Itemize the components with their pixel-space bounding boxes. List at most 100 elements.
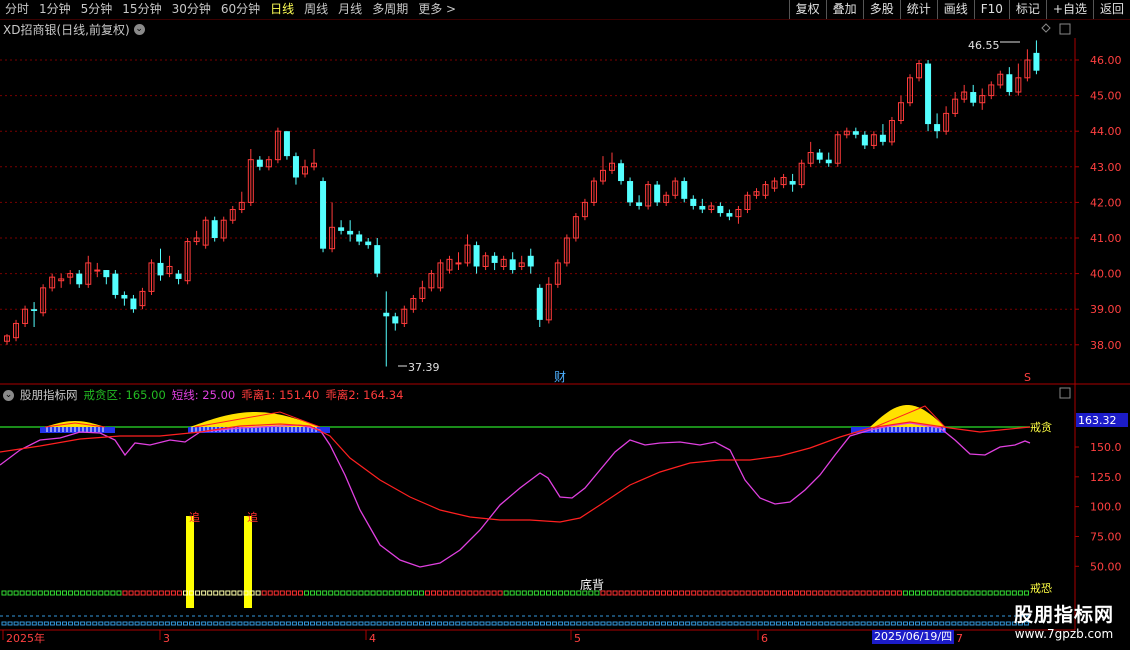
volume-cell <box>576 621 582 626</box>
signal-cell <box>388 590 394 596</box>
signal-cell <box>999 590 1005 596</box>
min-price-label: 37.39 <box>408 361 440 374</box>
candle-body <box>374 245 381 274</box>
volume-cell <box>606 621 612 626</box>
price-tick-label: 39.00 <box>1090 303 1122 316</box>
volume-cell <box>691 621 697 626</box>
indicator-value-bias2: 乖离2: 164.34 <box>325 388 404 402</box>
signal-cell <box>207 590 213 596</box>
signal-cell <box>866 590 872 596</box>
signal-cell <box>539 590 545 596</box>
signal-cell <box>25 590 31 596</box>
volume-cell <box>781 621 787 626</box>
volume-cell <box>733 621 739 626</box>
volume-cell <box>618 621 624 626</box>
volume-cell <box>43 621 49 626</box>
signal-cell <box>164 590 170 596</box>
signal-cell <box>170 590 176 596</box>
signal-cell <box>31 590 37 596</box>
volume-cell <box>763 621 769 626</box>
signal-cell <box>346 590 352 596</box>
volume-cell <box>667 621 672 626</box>
volume-cell <box>449 621 455 626</box>
volume-cell <box>485 621 491 626</box>
ind-tick-label: 150.0 <box>1090 441 1122 454</box>
window-toggle-icon <box>1059 23 1071 35</box>
signal-cell <box>709 590 715 596</box>
volume-cell <box>546 621 551 626</box>
volume-cell <box>110 621 116 626</box>
signal-cell <box>128 590 134 596</box>
candle-body <box>76 273 83 285</box>
volume-cell <box>382 621 388 626</box>
volume-cell <box>533 621 539 626</box>
volume-cell <box>527 621 533 626</box>
volume-cell <box>213 621 219 626</box>
signal-cell <box>533 590 539 596</box>
jietan-label: 戒贪 <box>1030 420 1052 434</box>
signal-cell <box>570 590 576 596</box>
volume-cell <box>98 621 104 626</box>
volume-cell <box>431 621 437 626</box>
volume-cell <box>225 621 231 626</box>
signal-cell <box>993 590 999 596</box>
price-tick-label: 43.00 <box>1090 161 1122 174</box>
signal-cell <box>933 590 939 596</box>
signal-cell <box>788 590 793 596</box>
signal-cell <box>443 590 449 596</box>
volume-cell <box>957 621 963 626</box>
signal-cell <box>503 590 509 596</box>
volume-cell <box>951 621 957 626</box>
volume-cell <box>243 621 249 626</box>
volume-cell <box>636 621 642 626</box>
signal-cell <box>781 590 787 596</box>
candle-body <box>320 181 327 249</box>
candle-body <box>292 156 299 178</box>
volume-cell <box>92 621 98 626</box>
signal-cell <box>201 590 207 596</box>
candle-body <box>112 273 119 295</box>
volume-cell <box>987 621 993 626</box>
signal-cell <box>431 590 437 596</box>
volume-cell <box>116 621 122 626</box>
signal-cell <box>921 590 927 596</box>
volume-cell <box>80 621 86 626</box>
volume-cell <box>570 621 576 626</box>
signal-cell <box>848 590 854 596</box>
volume-cell <box>140 621 146 626</box>
volume-cell <box>679 621 685 626</box>
volume-cell <box>927 621 933 626</box>
jiekong-label: 戒恐 <box>1030 582 1052 595</box>
signal-cell <box>818 590 824 596</box>
indicator-value-short: 短线: 25.00 <box>171 388 236 402</box>
signal-cell <box>382 590 388 596</box>
signal-cell <box>800 590 806 596</box>
signal-cell <box>340 590 346 596</box>
candle-body <box>861 134 868 146</box>
volume-cell <box>388 621 394 626</box>
chevron-down-icon[interactable]: ⌄ <box>3 389 14 401</box>
signal-cell <box>957 590 963 596</box>
volume-cell <box>7 621 13 626</box>
volume-cell <box>104 621 110 626</box>
volume-cell <box>806 621 812 626</box>
volume-cell <box>322 621 328 626</box>
volume-cell <box>884 621 890 626</box>
signal-cell <box>358 590 364 596</box>
signal-cell <box>176 590 182 596</box>
signal-cell <box>1005 590 1011 596</box>
signal-cell <box>195 590 201 596</box>
signal-cell <box>890 590 896 596</box>
signal-cell <box>981 590 987 596</box>
volume-cell <box>497 621 503 626</box>
signal-cell <box>273 590 279 596</box>
cursor-date: 2025/06/19/四 <box>872 630 955 644</box>
volume-cell <box>981 621 987 626</box>
volume-cell <box>152 621 158 626</box>
signal-cell <box>1023 590 1029 596</box>
signal-cell <box>842 590 848 596</box>
volume-cell <box>25 621 31 626</box>
volume-cell <box>552 621 558 626</box>
signal-cell <box>291 590 297 596</box>
signal-cell <box>418 590 424 596</box>
